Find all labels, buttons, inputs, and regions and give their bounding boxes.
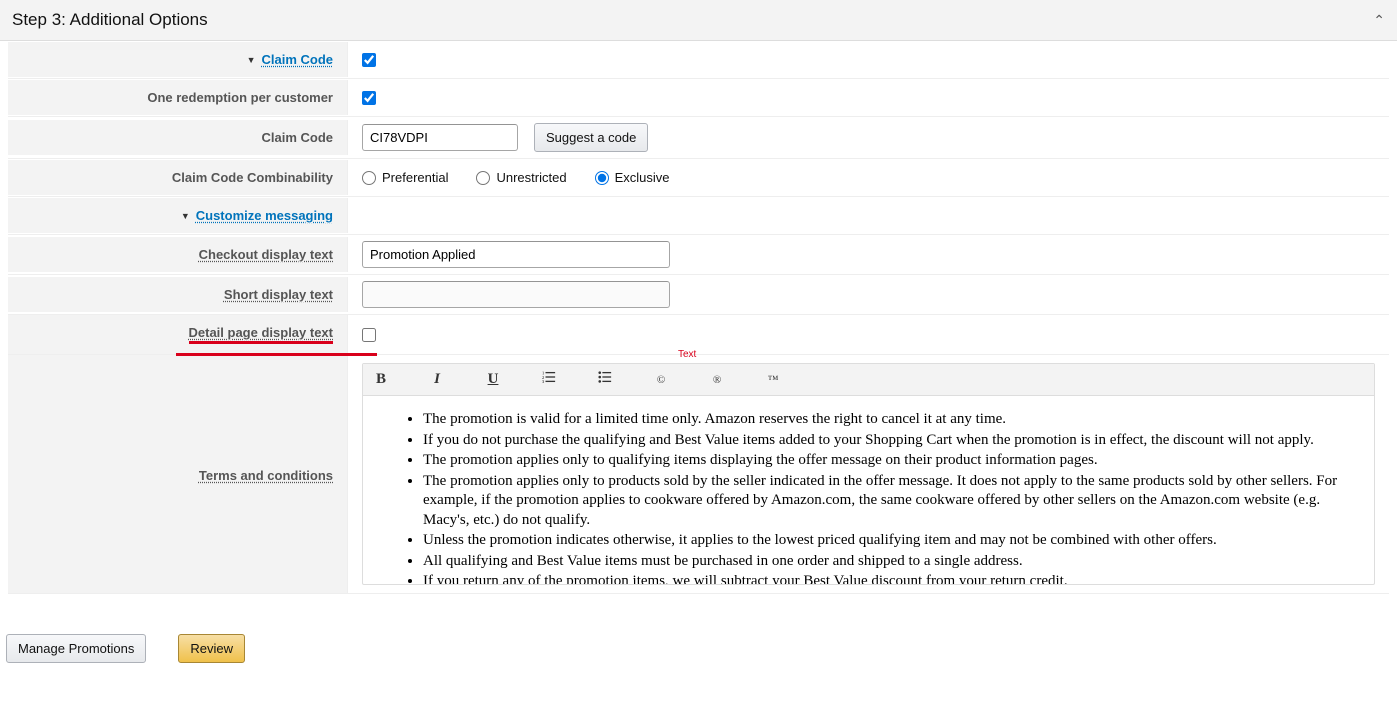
row-detail-page: Detail page display text Text <box>8 315 1389 355</box>
suggest-code-button[interactable]: Suggest a code <box>534 123 648 152</box>
chevron-up-icon[interactable]: ⌃ <box>1373 12 1385 29</box>
label-checkout-display: Checkout display text <box>8 237 348 272</box>
terms-list: The promotion is valid for a limited tim… <box>403 410 1354 584</box>
terms-item: All qualifying and Best Value items must… <box>423 552 1354 572</box>
radio-exclusive-label[interactable]: Exclusive <box>615 170 670 185</box>
italic-icon[interactable]: I <box>427 371 447 388</box>
label-one-redemption: One redemption per customer <box>8 80 348 115</box>
row-short-display: Short display text <box>8 275 1389 315</box>
row-terms: Terms and conditions B I U 123 © ® ™ <box>8 355 1389 594</box>
underline-icon[interactable]: U <box>483 371 503 388</box>
manage-promotions-button[interactable]: Manage Promotions <box>6 634 146 663</box>
red-underline-marker <box>176 353 377 356</box>
svg-text:3: 3 <box>542 379 545 384</box>
radio-unrestricted-label[interactable]: Unrestricted <box>496 170 566 185</box>
claim-code-input[interactable] <box>362 124 518 151</box>
terms-item: If you return any of the promotion items… <box>423 572 1354 584</box>
short-display-input[interactable] <box>362 281 670 308</box>
row-checkout-display: Checkout display text <box>8 235 1389 275</box>
footer-actions: Manage Promotions Review <box>0 594 1397 675</box>
row-claim-code-toggle: ▼ Claim Code <box>8 41 1389 79</box>
row-claim-code-input: Claim Code Suggest a code <box>8 117 1389 159</box>
terms-editor-body[interactable]: The promotion is valid for a limited tim… <box>363 396 1374 584</box>
terms-item: The promotion applies only to products s… <box>423 472 1354 531</box>
copyright-icon[interactable]: © <box>651 374 671 386</box>
terms-item: The promotion is valid for a limited tim… <box>423 410 1354 430</box>
radio-preferential[interactable] <box>362 171 376 185</box>
radio-preferential-label[interactable]: Preferential <box>382 170 448 185</box>
review-button[interactable]: Review <box>178 634 245 663</box>
radio-unrestricted[interactable] <box>476 171 490 185</box>
triangle-down-icon: ▼ <box>247 55 256 65</box>
label-short-display: Short display text <box>8 277 348 312</box>
label-claim-code-link[interactable]: ▼ Claim Code <box>8 42 348 77</box>
text-badge: Text <box>678 349 704 360</box>
editor-toolbar: B I U 123 © ® ™ <box>363 364 1374 396</box>
ordered-list-icon[interactable]: 123 <box>539 370 559 389</box>
label-customize-messaging[interactable]: ▼ Customize messaging <box>8 198 348 233</box>
registered-icon[interactable]: ® <box>707 374 727 386</box>
label-combinability: Claim Code Combinability <box>8 160 348 195</box>
row-customize-messaging: ▼ Customize messaging <box>8 197 1389 235</box>
form-container: ▼ Claim Code One redemption per customer… <box>0 41 1397 594</box>
label-terms: Terms and conditions <box>8 355 348 593</box>
triangle-down-icon: ▼ <box>181 211 190 221</box>
row-combinability: Claim Code Combinability Preferential Un… <box>8 159 1389 197</box>
terms-item: The promotion applies only to qualifying… <box>423 451 1354 471</box>
terms-item: If you do not purchase the qualifying an… <box>423 431 1354 451</box>
combinability-radio-group: Preferential Unrestricted Exclusive <box>362 170 669 185</box>
one-redemption-checkbox[interactable] <box>362 91 376 105</box>
step-header[interactable]: Step 3: Additional Options ⌃ <box>0 0 1397 41</box>
trademark-icon[interactable]: ™ <box>763 374 783 386</box>
label-detail-page: Detail page display text <box>8 315 348 354</box>
row-one-redemption: One redemption per customer <box>8 79 1389 117</box>
label-claim-code: Claim Code <box>8 120 348 155</box>
terms-editor: B I U 123 © ® ™ The promotion is valid f <box>362 363 1375 585</box>
radio-exclusive[interactable] <box>595 171 609 185</box>
detail-page-checkbox[interactable] <box>362 328 376 342</box>
bold-icon[interactable]: B <box>371 371 391 388</box>
checkout-display-input[interactable] <box>362 241 670 268</box>
claim-code-checkbox[interactable] <box>362 53 376 67</box>
step-title: Step 3: Additional Options <box>12 10 208 30</box>
terms-item: Unless the promotion indicates otherwise… <box>423 531 1354 551</box>
unordered-list-icon[interactable] <box>595 370 615 389</box>
